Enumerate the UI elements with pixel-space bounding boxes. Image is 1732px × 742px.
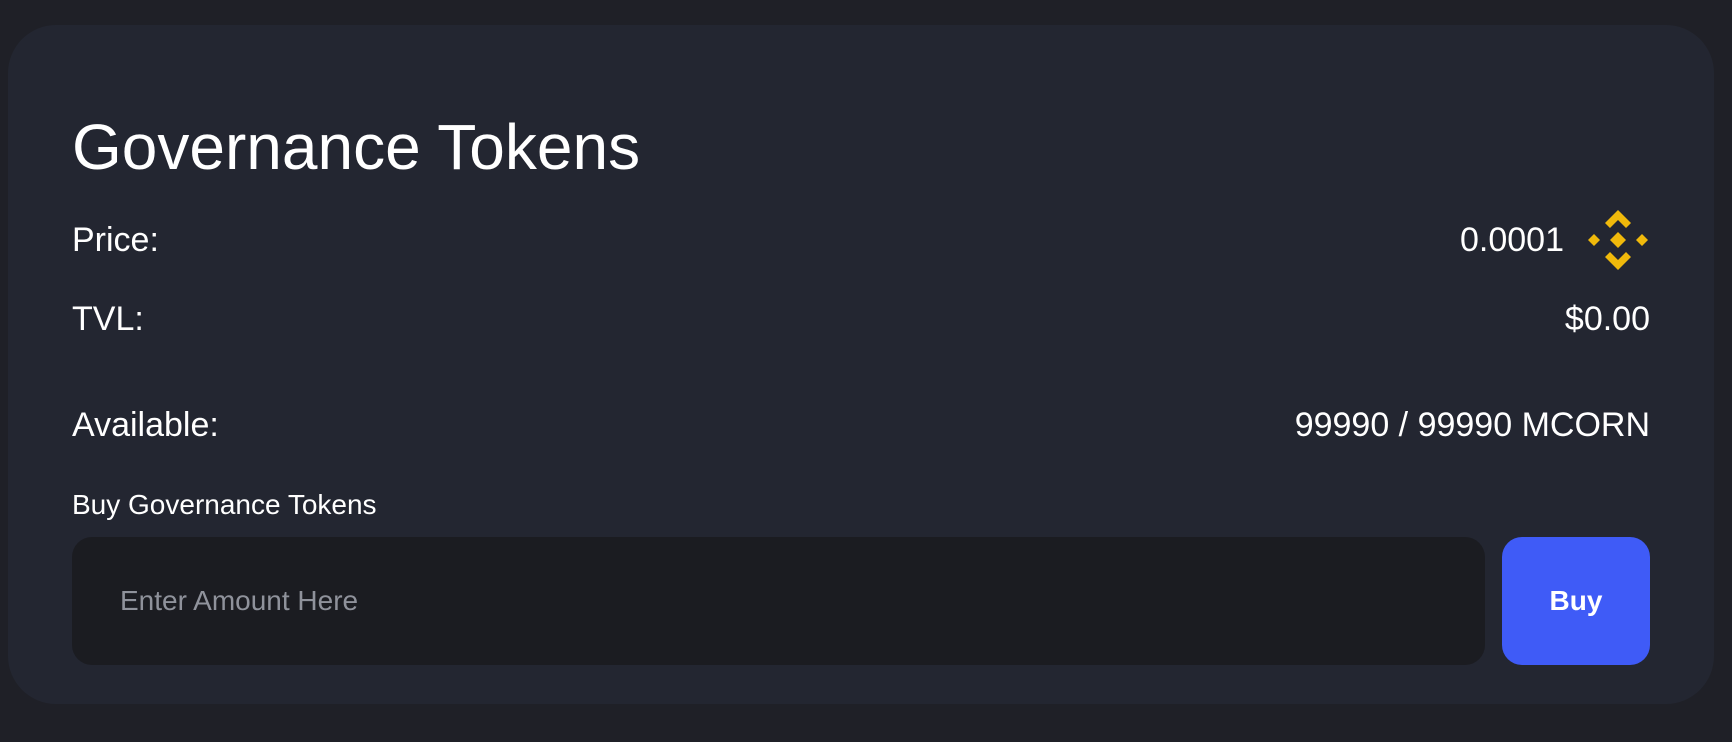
bnb-icon: [1586, 208, 1650, 272]
tvl-row: TVL: $0.00: [72, 299, 1650, 339]
buy-button[interactable]: Buy: [1502, 537, 1650, 665]
available-row: Available: 99990 / 99990 MCORN: [72, 405, 1650, 445]
tvl-label: TVL:: [72, 300, 144, 338]
governance-tokens-card: Governance Tokens Price: 0.0001 TVL: $0.…: [8, 25, 1714, 704]
price-row: Price: 0.0001: [72, 205, 1650, 275]
buy-section-label: Buy Governance Tokens: [72, 489, 377, 520]
price-label: Price:: [72, 221, 159, 259]
price-value: 0.0001: [1460, 221, 1564, 259]
available-value: 99990 / 99990 MCORN: [1294, 406, 1650, 444]
tvl-value: $0.00: [1564, 300, 1650, 338]
price-value-group: 0.0001: [1460, 208, 1650, 272]
amount-input[interactable]: [72, 537, 1485, 665]
card-title: Governance Tokens: [72, 111, 641, 183]
available-label: Available:: [72, 406, 219, 444]
